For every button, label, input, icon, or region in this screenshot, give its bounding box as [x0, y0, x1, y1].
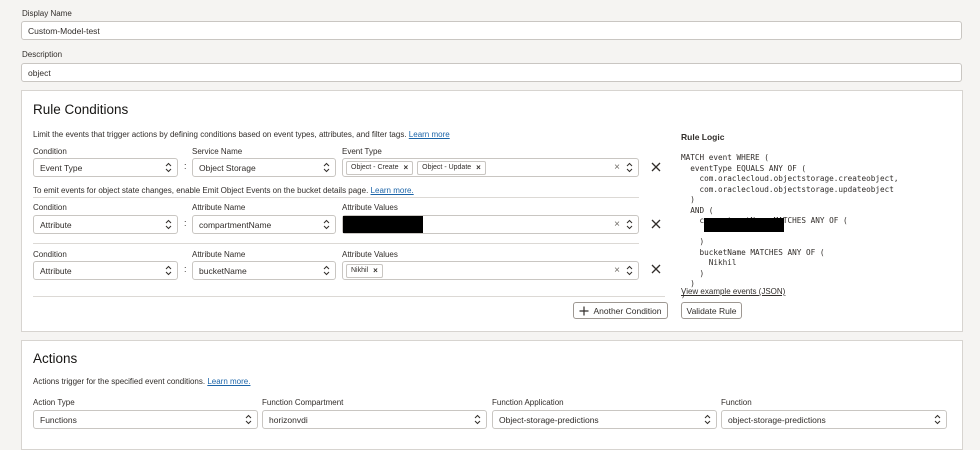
object-events-learn-more-link[interactable]: Learn more. — [371, 186, 414, 195]
row1-event-type-multiselect[interactable]: Object - Create × Object - Update × × — [342, 158, 639, 177]
select-chevron-icon — [474, 414, 481, 425]
function-compartment-label: Function Compartment — [262, 398, 344, 407]
description-label: Description — [22, 50, 63, 59]
row3-condition-label: Condition — [33, 250, 67, 259]
clear-icon[interactable]: × — [614, 162, 620, 173]
function-application-value: Object-storage-predictions — [499, 414, 599, 425]
row-divider — [33, 243, 639, 244]
actions-intro-text: Actions trigger for the specified event … — [33, 377, 206, 386]
clear-icon[interactable]: × — [614, 265, 620, 276]
row3-condition-value: Attribute — [40, 265, 72, 276]
clear-icon[interactable]: × — [614, 219, 620, 230]
row1-condition-label: Condition — [33, 147, 67, 156]
function-compartment-value: horizonvdi — [269, 414, 308, 425]
select-chevron-icon — [165, 162, 172, 173]
rule-conditions-intro: Limit the events that trigger actions by… — [33, 130, 450, 139]
row2-condition-value: Attribute — [40, 219, 72, 230]
row2-condition-select[interactable]: Attribute — [33, 215, 178, 234]
actions-intro: Actions trigger for the specified event … — [33, 377, 250, 386]
display-name-value: Custom-Model-test — [28, 25, 100, 36]
select-chevron-icon — [323, 219, 330, 230]
row2-condition-label: Condition — [33, 203, 67, 212]
select-chevron-icon — [626, 265, 633, 276]
row2-name-label: Attribute Name — [192, 203, 246, 212]
another-condition-button[interactable]: Another Condition — [573, 302, 668, 319]
tag-remove-icon[interactable]: × — [373, 266, 378, 275]
action-type-select[interactable]: Functions — [33, 410, 258, 429]
view-example-events-link[interactable]: View example events (JSON) — [681, 287, 785, 296]
object-events-note: To emit events for object state changes,… — [33, 186, 414, 195]
select-chevron-icon — [934, 414, 941, 425]
row3-attribute-value: bucketName — [199, 265, 247, 276]
row-divider — [33, 197, 639, 198]
row1-service-value: Object Storage — [199, 162, 256, 173]
function-value: object-storage-predictions — [728, 414, 826, 425]
action-type-label: Action Type — [33, 398, 75, 407]
select-chevron-icon — [245, 414, 252, 425]
validate-rule-button[interactable]: Validate Rule — [681, 302, 742, 319]
select-chevron-icon — [626, 162, 633, 173]
redacted-value — [343, 216, 423, 233]
row3-condition-select[interactable]: Attribute — [33, 261, 178, 280]
select-chevron-icon — [626, 219, 633, 230]
function-label: Function — [721, 398, 752, 407]
row1-name-label: Service Name — [192, 147, 243, 156]
function-compartment-select[interactable]: horizonvdi — [262, 410, 487, 429]
select-chevron-icon — [165, 219, 172, 230]
actions-panel — [21, 340, 963, 450]
row1-colon: : — [184, 161, 187, 171]
row1-condition-value: Event Type — [40, 162, 83, 173]
row1-service-select[interactable]: Object Storage — [192, 158, 336, 177]
row3-attribute-values-multiselect[interactable]: Nikhil × × — [342, 261, 639, 280]
row2-attribute-value: compartmentName — [199, 219, 272, 230]
redacted-compartment — [704, 218, 784, 232]
select-chevron-icon — [323, 162, 330, 173]
function-select[interactable]: object-storage-predictions — [721, 410, 947, 429]
rule-conditions-title: Rule Conditions — [33, 102, 129, 117]
row3-values-label: Attribute Values — [342, 250, 398, 259]
remove-condition-2-close-icon[interactable] — [650, 218, 662, 230]
row3-name-label: Attribute Name — [192, 250, 246, 259]
actions-title: Actions — [33, 351, 78, 366]
row2-colon: : — [184, 218, 187, 228]
tag-object-update: Object - Update × — [417, 160, 486, 175]
row-divider — [33, 296, 665, 297]
select-chevron-icon — [165, 265, 172, 276]
remove-condition-1-close-icon[interactable] — [650, 161, 662, 173]
row3-attribute-select[interactable]: bucketName — [192, 261, 336, 280]
rule-logic-title: Rule Logic — [681, 132, 725, 142]
action-type-value: Functions — [40, 414, 77, 425]
row2-attribute-select[interactable]: compartmentName — [192, 215, 336, 234]
tag-text: Nikhil — [351, 267, 369, 274]
tag-text: Object - Create — [351, 164, 399, 171]
row3-colon: : — [184, 264, 187, 274]
another-condition-label: Another Condition — [593, 305, 662, 316]
tag-remove-icon[interactable]: × — [403, 163, 408, 172]
tag-text: Object - Update — [422, 164, 472, 171]
tag-object-create: Object - Create × — [346, 160, 414, 175]
object-events-note-text: To emit events for object state changes,… — [33, 186, 369, 195]
plus-icon — [579, 306, 589, 315]
remove-condition-3-close-icon[interactable] — [650, 263, 662, 275]
select-chevron-icon — [704, 414, 711, 425]
description-value: object — [28, 67, 51, 78]
display-name-input[interactable]: Custom-Model-test — [21, 21, 962, 40]
description-input[interactable]: object — [21, 63, 962, 82]
row1-values-label: Event Type — [342, 147, 382, 156]
rule-conditions-intro-text: Limit the events that trigger actions by… — [33, 130, 407, 139]
function-application-label: Function Application — [492, 398, 564, 407]
row2-values-label: Attribute Values — [342, 203, 398, 212]
display-name-label: Display Name — [22, 9, 72, 18]
tag-remove-icon[interactable]: × — [476, 163, 481, 172]
rule-conditions-learn-more-link[interactable]: Learn more — [409, 130, 450, 139]
row1-condition-select[interactable]: Event Type — [33, 158, 178, 177]
validate-rule-label: Validate Rule — [686, 305, 737, 316]
actions-learn-more-link[interactable]: Learn more. — [207, 377, 250, 386]
select-chevron-icon — [323, 265, 330, 276]
function-application-select[interactable]: Object-storage-predictions — [492, 410, 717, 429]
tag-nikhil: Nikhil × — [346, 263, 383, 278]
